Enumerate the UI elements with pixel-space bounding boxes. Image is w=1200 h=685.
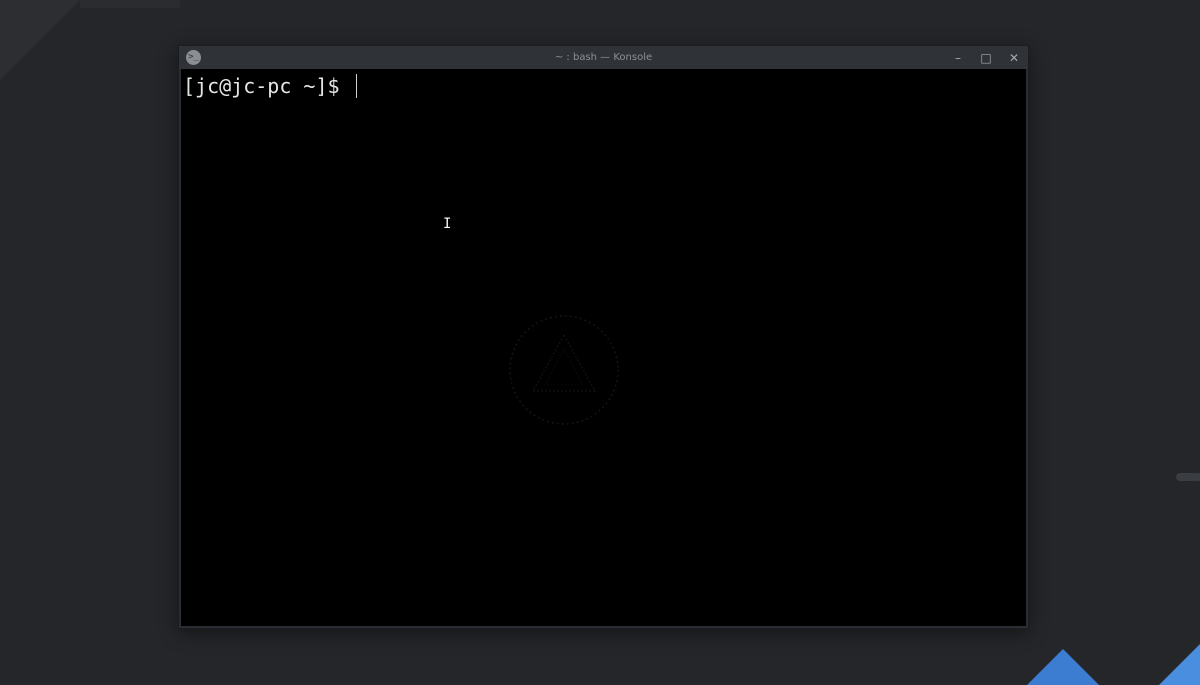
window-titlebar[interactable]: >_ ~ : bash — Konsole – □ ✕ [179, 46, 1028, 69]
watermark-logo-icon [509, 315, 619, 425]
prompt-line: [jc@jc-pc ~]$ [183, 73, 357, 99]
konsole-window: >_ ~ : bash — Konsole – □ ✕ [jc@jc-pc ~]… [178, 45, 1029, 629]
close-button[interactable]: ✕ [1004, 48, 1024, 68]
shell-prompt: [jc@jc-pc ~]$ [183, 74, 352, 98]
terminal-area[interactable]: [jc@jc-pc ~]$ I [181, 69, 1026, 626]
minimize-button[interactable]: – [948, 48, 968, 68]
wallpaper-shape-top-left [0, 0, 80, 80]
close-icon: ✕ [1008, 51, 1020, 65]
window-title: ~ : bash — Konsole [554, 52, 653, 63]
ibeam-cursor-icon: I [443, 216, 452, 232]
maximize-icon: □ [980, 51, 992, 65]
edge-panel-handle[interactable] [1176, 473, 1200, 481]
minimize-icon: – [955, 51, 961, 65]
desktop: >_ ~ : bash — Konsole – □ ✕ [jc@jc-pc ~]… [0, 0, 1200, 685]
wallpaper-shape-top [80, 0, 180, 8]
maximize-button[interactable]: □ [976, 48, 996, 68]
wallpaper-blue-triangle [1026, 649, 1100, 685]
wallpaper-blue-corner [1158, 640, 1200, 685]
text-cursor [355, 74, 357, 98]
